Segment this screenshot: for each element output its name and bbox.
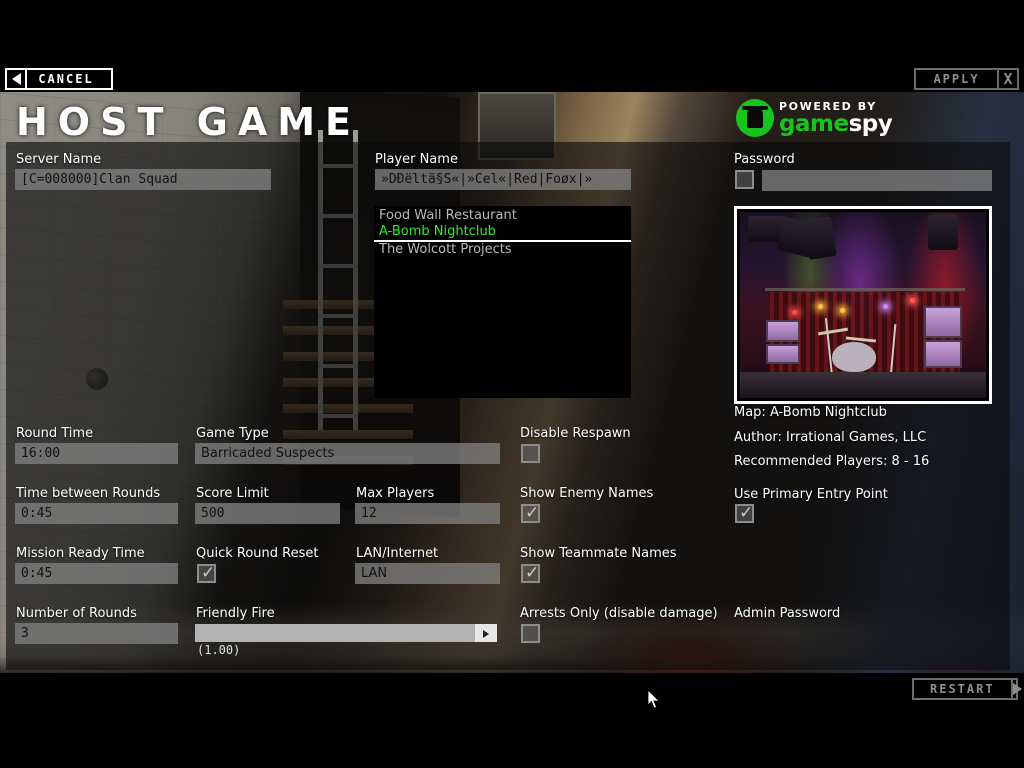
score-limit-input[interactable]: 500 <box>195 503 340 524</box>
lan-internet-select[interactable]: LAN <box>355 563 500 584</box>
friendly-fire-slider[interactable] <box>195 624 497 642</box>
forward-arrow-icon <box>1010 680 1022 698</box>
check-icon: ✓ <box>525 503 540 523</box>
show-teammate-names-checkbox[interactable]: ✓ <box>521 563 540 583</box>
use-primary-entry-point-label: Use Primary Entry Point <box>734 487 888 502</box>
server-name-label: Server Name <box>16 152 102 167</box>
x-close-icon[interactable]: X <box>997 70 1017 88</box>
max-players-input[interactable]: 12 <box>355 503 500 524</box>
quick-round-reset-label: Quick Round Reset <box>196 546 319 561</box>
show-teammate-names-label: Show Teammate Names <box>520 546 677 561</box>
friendly-fire-value: (1.00) <box>197 643 241 657</box>
mouse-cursor <box>648 690 660 709</box>
map-info-author: Author: Irrational Games, LLC <box>734 430 927 445</box>
show-enemy-names-label: Show Enemy Names <box>520 486 654 501</box>
round-time-input[interactable]: 16:00 <box>15 443 178 464</box>
map-list-item[interactable]: Food Wall Restaurant <box>374 208 631 224</box>
mission-ready-time-input[interactable]: 0:45 <box>15 563 178 584</box>
mission-ready-time-label: Mission Ready Time <box>16 546 145 561</box>
check-icon: ✓ <box>525 563 540 583</box>
gamespy-badge-icon <box>736 99 774 137</box>
back-arrow-icon <box>7 70 27 88</box>
show-enemy-names-checkbox[interactable]: ✓ <box>521 503 540 523</box>
friendly-fire-label: Friendly Fire <box>196 606 275 621</box>
host-game-screen: CANCEL APPLY X HOST GAME POWERED BY game… <box>0 0 1024 768</box>
arrests-only-checkbox[interactable] <box>521 624 540 643</box>
password-label: Password <box>734 152 795 167</box>
number-of-rounds-label: Number of Rounds <box>16 606 137 621</box>
gamespy-text: POWERED BY gamespy <box>779 101 893 137</box>
map-preview-image <box>740 212 986 398</box>
map-info-recommended-players: Recommended Players: 8 - 16 <box>734 454 930 469</box>
player-name-input[interactable]: »DĐëltä§S«|»Cel«|Red|Foøx|» <box>375 169 631 190</box>
quick-round-reset-checkbox[interactable]: ✓ <box>197 563 216 583</box>
apply-button-label: APPLY <box>933 72 980 86</box>
page-title: HOST GAME <box>16 100 361 144</box>
map-list[interactable]: Food Wall Restaurant A-Bomb Nightclub Th… <box>374 206 631 398</box>
top-bar <box>0 0 1024 92</box>
check-icon: ✓ <box>739 503 754 523</box>
use-primary-entry-point-checkbox[interactable]: ✓ <box>735 503 754 523</box>
map-preview-frame <box>734 206 992 404</box>
score-limit-label: Score Limit <box>196 486 269 501</box>
round-time-label: Round Time <box>16 426 94 441</box>
number-of-rounds-input[interactable]: 3 <box>15 623 178 644</box>
map-list-item-selected[interactable]: A-Bomb Nightclub <box>374 224 631 242</box>
admin-password-label: Admin Password <box>734 606 841 621</box>
player-name-label: Player Name <box>375 152 458 167</box>
arrests-only-label: Arrests Only (disable damage) <box>520 606 718 621</box>
password-input[interactable] <box>762 170 992 191</box>
map-info-map: Map: A-Bomb Nightclub <box>734 405 887 420</box>
cancel-button-label: CANCEL <box>38 72 94 86</box>
game-type-select[interactable]: Barricaded Suspects <box>195 443 500 464</box>
password-enable-checkbox[interactable] <box>735 170 754 189</box>
lan-internet-label: LAN/Internet <box>356 546 439 561</box>
gamespy-wordmark: gamespy <box>779 110 893 137</box>
gamespy-logo: POWERED BY gamespy <box>736 98 893 138</box>
disable-respawn-checkbox[interactable] <box>521 444 540 463</box>
restart-button[interactable]: RESTART <box>912 678 1022 700</box>
restart-button-label: RESTART <box>930 682 995 696</box>
gamespy-spy-text: spy <box>848 110 893 137</box>
gamespy-game-text: game <box>779 110 849 137</box>
game-type-label: Game Type <box>196 426 269 441</box>
max-players-label: Max Players <box>356 486 435 501</box>
cancel-button[interactable]: CANCEL <box>5 68 113 90</box>
server-name-input[interactable]: [C=008000]Clan Squad <box>15 169 271 190</box>
close-glyph: X <box>1003 70 1013 88</box>
check-icon: ✓ <box>201 563 216 583</box>
time-between-rounds-input[interactable]: 0:45 <box>15 503 178 524</box>
friendly-fire-slider-handle[interactable] <box>475 624 497 642</box>
map-list-item[interactable]: The Wolcott Projects <box>374 242 631 258</box>
disable-respawn-label: Disable Respawn <box>520 426 631 441</box>
apply-button[interactable]: APPLY X <box>914 68 1019 90</box>
time-between-rounds-label: Time between Rounds <box>16 486 161 501</box>
